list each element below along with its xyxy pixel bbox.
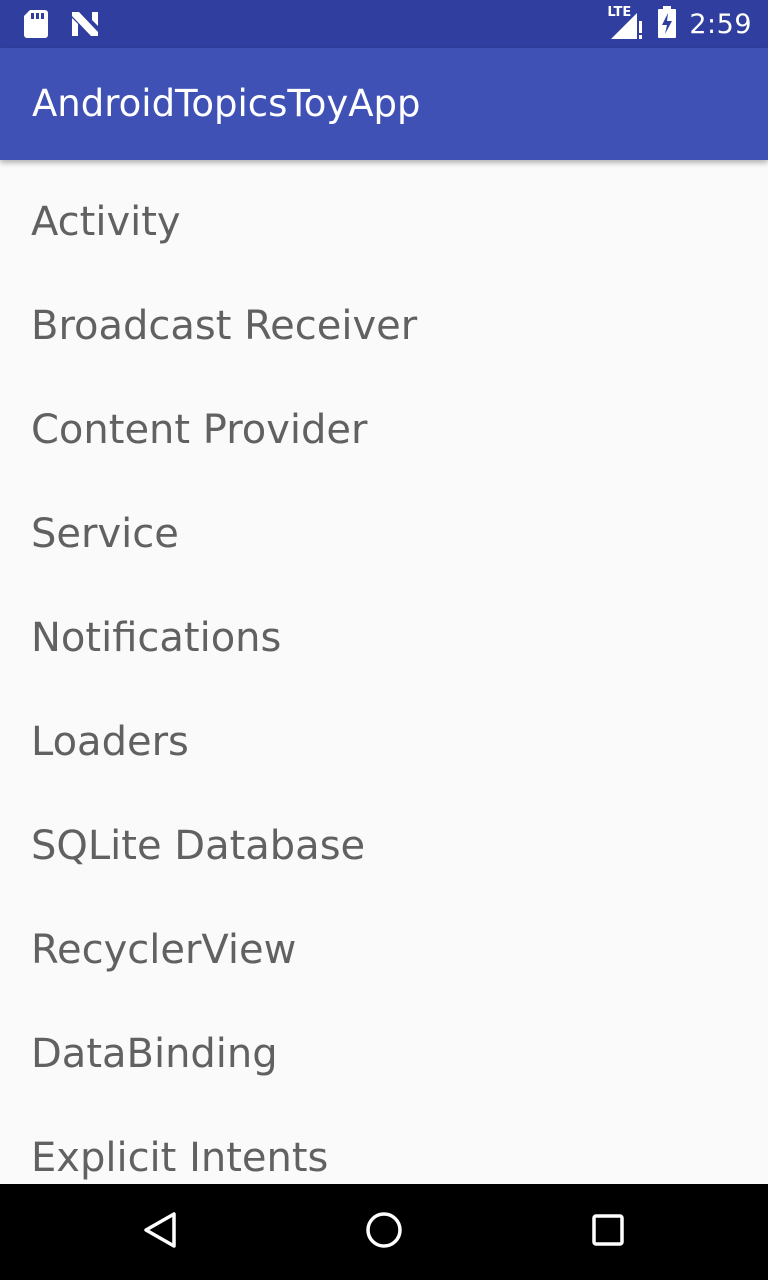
list-item[interactable]: SQLite Database [0, 784, 768, 888]
list-item[interactable]: Explicit Intents [0, 1096, 768, 1184]
list-item[interactable]: Broadcast Receiver [0, 264, 768, 368]
status-bar-right: LTE 2:59 [607, 0, 752, 48]
list-item[interactable]: Loaders [0, 680, 768, 784]
status-time: 2:59 [689, 8, 752, 40]
back-button[interactable] [136, 1208, 184, 1256]
app-bar: AndroidTopicsToyApp [0, 48, 768, 160]
app-title: AndroidTopicsToyApp [32, 82, 421, 125]
recents-icon [588, 1210, 628, 1254]
topics-list[interactable]: Activity Broadcast Receiver Content Prov… [0, 160, 768, 1184]
list-item[interactable]: Notifications [0, 576, 768, 680]
list-item[interactable]: Service [0, 472, 768, 576]
status-bar-left [24, 10, 100, 42]
sd-card-icon [24, 10, 48, 42]
list-item[interactable]: Content Provider [0, 368, 768, 472]
back-icon [140, 1210, 180, 1254]
status-bar: LTE 2:59 [0, 0, 768, 48]
navigation-bar [0, 1184, 768, 1280]
battery-charging-icon [657, 6, 677, 42]
list-item[interactable]: DataBinding [0, 992, 768, 1096]
signal-icon: LTE [607, 5, 645, 41]
screen: LTE 2:59 AndroidTopicsToyApp Activity Br… [0, 0, 768, 1280]
home-icon [364, 1210, 404, 1254]
list-item[interactable]: RecyclerView [0, 888, 768, 992]
n-notification-icon [70, 10, 100, 42]
list-item[interactable]: Activity [0, 160, 768, 264]
home-button[interactable] [360, 1208, 408, 1256]
recents-button[interactable] [584, 1208, 632, 1256]
